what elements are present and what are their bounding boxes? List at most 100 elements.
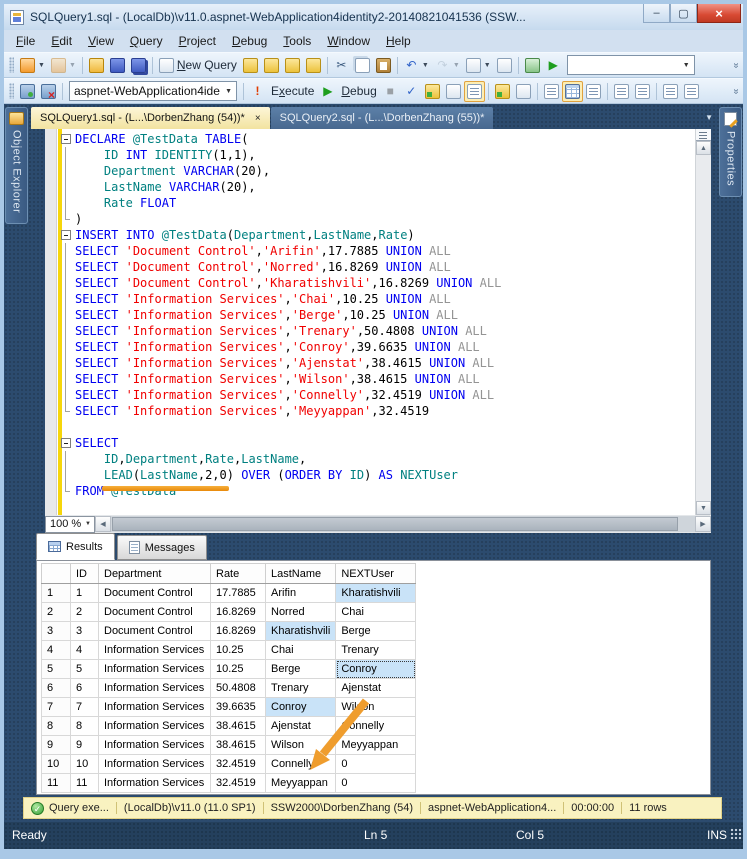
grid-cell[interactable]: Information Services xyxy=(98,716,211,736)
menu-tools[interactable]: Tools xyxy=(275,32,319,50)
undo-icon[interactable]: ↶ ▼ xyxy=(401,55,432,76)
scroll-up-icon[interactable]: ▲ xyxy=(696,141,711,155)
add-item-icon[interactable]: ▼ xyxy=(48,55,79,76)
editor-hscrollbar[interactable] xyxy=(111,516,695,532)
intellisense-enabled-icon[interactable] xyxy=(492,81,513,102)
row-header-cell[interactable]: 8 xyxy=(41,716,71,736)
toolbar-combo[interactable]: ▼ xyxy=(566,55,695,75)
grid-cell[interactable]: 16.8269 xyxy=(210,621,266,641)
grid-cell[interactable]: Information Services xyxy=(98,697,211,717)
minimize-button[interactable]: – xyxy=(643,4,670,23)
fold-mid-icon[interactable] xyxy=(60,467,72,483)
splitter-handle-icon[interactable] xyxy=(696,129,711,141)
tab-messages[interactable]: Messages xyxy=(116,535,207,560)
grid-cell[interactable]: Norred xyxy=(264,602,337,622)
grid-cell[interactable]: 0 xyxy=(335,754,417,774)
grid-cell[interactable]: 1 xyxy=(70,583,99,603)
row-header-cell[interactable]: 1 xyxy=(41,583,71,603)
column-header-id[interactable]: ID xyxy=(70,563,99,584)
grid-cell[interactable]: Ajenstat xyxy=(264,716,337,736)
grid-cell[interactable]: Wilson xyxy=(335,697,417,717)
menu-window[interactable]: Window xyxy=(319,32,378,50)
grid-cell[interactable]: 32.4519 xyxy=(210,754,266,774)
comment-lines-icon[interactable] xyxy=(611,81,632,102)
analysis-services-xmla-query-icon[interactable] xyxy=(303,55,324,76)
toolbar-overflow-icon[interactable]: » xyxy=(731,62,742,68)
grid-cell[interactable]: Berge xyxy=(335,621,417,641)
grid-cell[interactable]: 38.4615 xyxy=(210,716,266,736)
new-query-button[interactable]: New Query xyxy=(156,55,240,76)
specify-values-icon[interactable] xyxy=(422,81,443,102)
debug-play-icon[interactable]: ▶ xyxy=(317,81,338,102)
activity-monitor-icon[interactable] xyxy=(522,55,543,76)
grid-cell[interactable]: Kharatishvili xyxy=(335,583,417,603)
fold-end-icon[interactable] xyxy=(60,403,72,419)
grid-cell[interactable]: Document Control xyxy=(98,602,211,622)
fold-mid-icon[interactable] xyxy=(60,387,72,403)
cut-icon[interactable]: ✂ xyxy=(331,55,352,76)
grid-cell[interactable]: Information Services xyxy=(98,754,211,774)
object-explorer-tab[interactable]: Object Explorer xyxy=(5,107,28,225)
disconnect-icon[interactable] xyxy=(38,81,59,102)
execute-bang-icon[interactable]: ! xyxy=(247,81,268,102)
connect-icon[interactable] xyxy=(17,81,38,102)
grid-cell[interactable]: Conroy xyxy=(335,659,417,679)
tab-results[interactable]: Results xyxy=(36,533,115,560)
row-header-cell[interactable]: 2 xyxy=(41,602,71,622)
grid-cell[interactable]: Wilson xyxy=(264,735,337,755)
menu-edit[interactable]: Edit xyxy=(43,32,80,50)
grid-cell[interactable]: Chai xyxy=(264,640,337,660)
paste-icon[interactable] xyxy=(373,55,394,76)
grid-cell[interactable]: 6 xyxy=(70,678,99,698)
grid-cell[interactable]: 5 xyxy=(70,659,99,679)
menu-file[interactable]: File xyxy=(8,32,43,50)
grid-cell[interactable]: Connelly xyxy=(335,716,417,736)
sql-editor[interactable]: DECLARE @TestData TABLE( ID INT IDENTITY… xyxy=(45,129,711,515)
fold-mid-icon[interactable] xyxy=(60,147,72,163)
results-to-grid-icon[interactable] xyxy=(561,80,583,102)
uncomment-lines-icon[interactable] xyxy=(632,81,653,102)
include-client-statistics-icon[interactable] xyxy=(513,81,534,102)
row-header-cell[interactable]: 4 xyxy=(41,640,71,660)
editor-vscrollbar[interactable]: ▲ ▼ xyxy=(695,129,711,515)
results-to-text-icon[interactable] xyxy=(541,81,562,102)
menu-help[interactable]: Help xyxy=(378,32,419,50)
copy-icon[interactable] xyxy=(352,55,373,76)
corner-header[interactable] xyxy=(41,563,71,584)
grid-cell[interactable]: Information Services xyxy=(98,735,211,755)
grid-cell[interactable]: 10.25 xyxy=(210,659,266,679)
fold-start-icon[interactable] xyxy=(60,227,72,243)
properties-tab[interactable]: Properties xyxy=(719,107,742,198)
close-tab-icon[interactable]: × xyxy=(255,113,261,124)
scroll-down-icon[interactable]: ▼ xyxy=(696,501,711,515)
menu-debug[interactable]: Debug xyxy=(224,32,275,50)
parse-icon[interactable]: ✓ xyxy=(401,81,422,102)
grid-cell[interactable]: 2 xyxy=(70,602,99,622)
fold-mid-icon[interactable] xyxy=(60,371,72,387)
grid-cell[interactable]: 10.25 xyxy=(210,640,266,660)
fold-mid-icon[interactable] xyxy=(60,339,72,355)
row-header-cell[interactable]: 10 xyxy=(41,754,71,774)
grid-cell[interactable]: 8 xyxy=(70,716,99,736)
decrease-indent-icon[interactable] xyxy=(660,81,681,102)
row-header-cell[interactable]: 3 xyxy=(41,621,71,641)
query-options-icon[interactable] xyxy=(463,80,485,102)
menu-project[interactable]: Project xyxy=(171,32,224,50)
fold-start-icon[interactable] xyxy=(60,131,72,147)
debug-button[interactable]: Debug xyxy=(338,81,379,102)
results-to-file-icon[interactable] xyxy=(583,81,604,102)
grid-cell[interactable]: Meyyappan xyxy=(264,773,337,793)
fold-mid-icon[interactable] xyxy=(60,323,72,339)
row-header-cell[interactable]: 5 xyxy=(41,659,71,679)
grid-cell[interactable]: 17.7885 xyxy=(210,583,266,603)
resize-grip-icon[interactable] xyxy=(730,828,741,839)
menu-query[interactable]: Query xyxy=(122,32,171,50)
execute-button[interactable]: Execute xyxy=(268,81,317,102)
grid-cell[interactable]: Berge xyxy=(264,659,337,679)
fold-mid-icon[interactable] xyxy=(60,307,72,323)
grid-cell[interactable]: Arifin xyxy=(264,583,337,603)
row-header-cell[interactable]: 9 xyxy=(41,735,71,755)
grid-cell[interactable]: 11 xyxy=(70,773,99,793)
column-header-lastname[interactable]: LastName xyxy=(264,563,337,584)
save-icon[interactable] xyxy=(107,55,128,76)
